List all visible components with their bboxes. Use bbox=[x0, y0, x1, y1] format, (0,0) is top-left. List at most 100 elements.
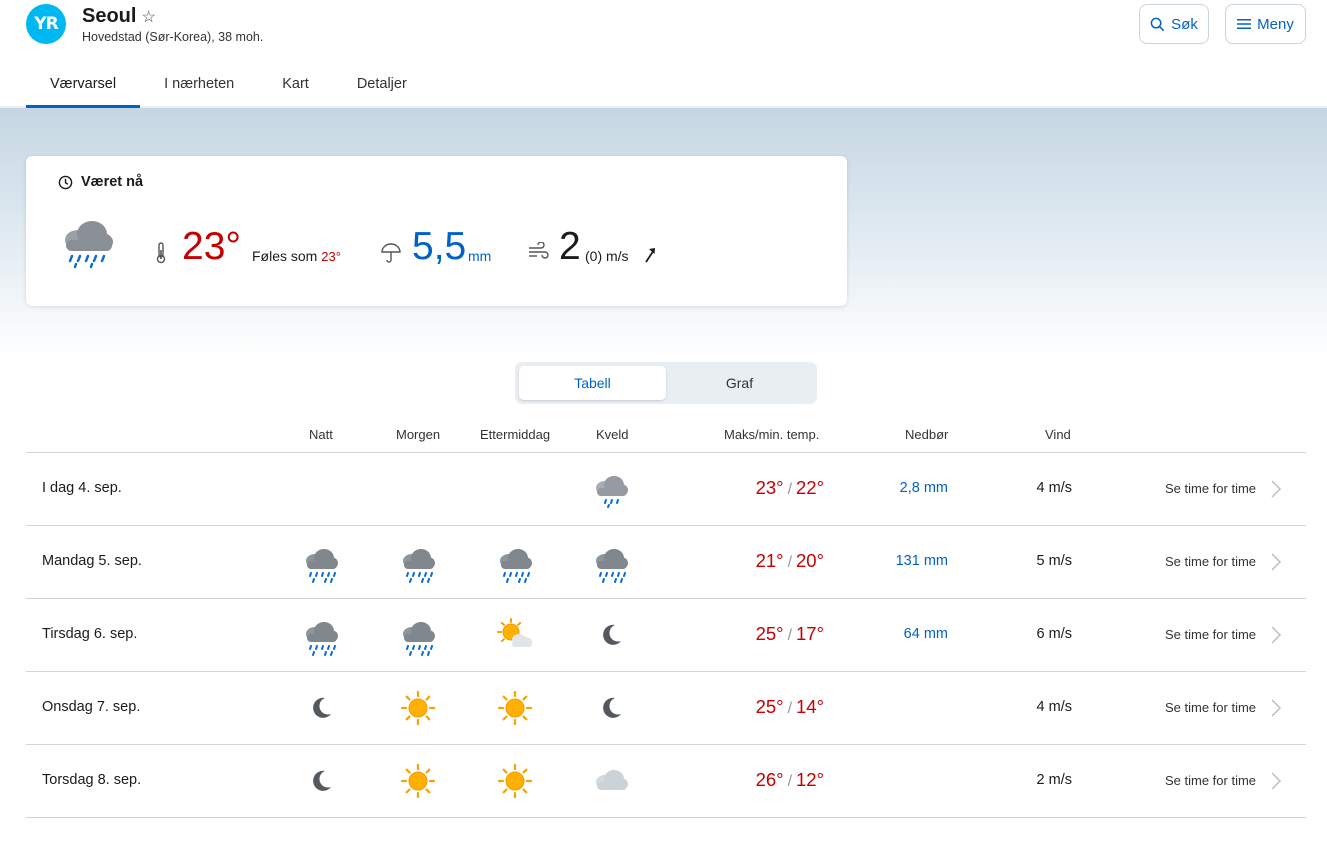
yr-logo[interactable]: YR bbox=[26, 4, 66, 44]
feels-like: Føles som 23° bbox=[252, 248, 341, 264]
moon-icon bbox=[598, 622, 624, 653]
max-temperature: 23° bbox=[755, 476, 784, 498]
feels-like-label: Føles som bbox=[252, 248, 318, 264]
precipitation-value: 64 mm bbox=[903, 625, 948, 642]
tab-forecast[interactable]: Værvarsel bbox=[26, 62, 141, 108]
site-header: YR Seoul ☆ Hovedstad (Sør-Korea), 38 moh… bbox=[0, 0, 1327, 108]
maxmin-temperature: 21°/20° bbox=[734, 550, 824, 572]
moon-icon bbox=[308, 695, 334, 726]
sun-icon bbox=[400, 690, 436, 731]
hour-by-hour-link[interactable]: Se time for time bbox=[1165, 481, 1256, 496]
chevron-right-icon[interactable] bbox=[1270, 771, 1282, 796]
moon-icon bbox=[308, 768, 334, 799]
max-temperature: 25° bbox=[755, 695, 784, 717]
wind-value: 4 m/s bbox=[1036, 698, 1072, 715]
maxmin-temperature: 25°/17° bbox=[734, 623, 824, 645]
moon-icon bbox=[598, 695, 624, 726]
temperature-separator: / bbox=[787, 553, 793, 571]
graph-view-button[interactable]: Graf bbox=[666, 366, 813, 400]
max-temperature: 25° bbox=[755, 622, 784, 644]
umbrella-icon bbox=[380, 242, 402, 269]
precipitation-value: 131 mm bbox=[895, 552, 948, 569]
table-row[interactable] bbox=[26, 671, 1306, 744]
table-view-button[interactable]: Tabell bbox=[519, 366, 666, 400]
day-label: Torsdag 8. sep. bbox=[42, 771, 142, 788]
chevron-right-icon[interactable] bbox=[1270, 698, 1282, 723]
chevron-right-icon[interactable] bbox=[1270, 479, 1282, 504]
tab-map[interactable]: Kart bbox=[258, 62, 333, 106]
heavy-rain-cloud-icon bbox=[302, 621, 340, 662]
maxmin-temperature: 26°/12° bbox=[734, 769, 824, 791]
favorite-star-icon[interactable]: ☆ bbox=[141, 7, 155, 27]
wind-icon bbox=[527, 241, 549, 267]
location-title-row: Seoul ☆ bbox=[82, 5, 156, 28]
table-row[interactable] bbox=[26, 598, 1306, 671]
table-divider bbox=[26, 817, 1306, 818]
maxmin-temperature: 25°/14° bbox=[734, 696, 824, 718]
main-tabs: Værvarsel I nærheten Kart Detaljer bbox=[26, 62, 431, 108]
table-row[interactable] bbox=[26, 744, 1306, 817]
tab-nearby[interactable]: I nærheten bbox=[140, 62, 258, 106]
current-weather-card: Været nå 23° Føles som 23° 5,5 mm 2 (0) … bbox=[26, 156, 847, 306]
partly-cloudy-icon bbox=[496, 617, 534, 658]
feels-like-value: 23° bbox=[321, 249, 341, 264]
view-toggle: Tabell Graf bbox=[515, 362, 817, 404]
day-label: Mandag 5. sep. bbox=[42, 552, 142, 569]
day-label: I dag 4. sep. bbox=[42, 479, 122, 496]
chevron-right-icon[interactable] bbox=[1270, 625, 1282, 650]
temperature-separator: / bbox=[787, 772, 793, 790]
chevron-right-icon[interactable] bbox=[1270, 552, 1282, 577]
min-temperature: 22° bbox=[796, 476, 824, 498]
tab-details[interactable]: Detaljer bbox=[333, 62, 431, 106]
menu-button[interactable]: Meny bbox=[1225, 4, 1306, 44]
table-row[interactable] bbox=[26, 525, 1306, 598]
logo-text: YR bbox=[34, 14, 58, 34]
min-temperature: 14° bbox=[796, 695, 824, 717]
maxmin-temperature: 23°/22° bbox=[734, 477, 824, 499]
precipitation-unit: mm bbox=[468, 248, 492, 264]
header-afternoon: Ettermiddag bbox=[480, 427, 551, 442]
max-temperature: 26° bbox=[755, 768, 784, 790]
search-label: Søk bbox=[1171, 15, 1198, 33]
day-label: Onsdag 7. sep. bbox=[42, 698, 141, 715]
heavy-rain-cloud-icon bbox=[496, 548, 534, 589]
hour-by-hour-link[interactable]: Se time for time bbox=[1165, 627, 1256, 642]
header-wind: Vind bbox=[1045, 427, 1071, 442]
sun-icon bbox=[497, 690, 533, 731]
hour-by-hour-link[interactable]: Se time for time bbox=[1165, 700, 1256, 715]
precipitation-value: 2,8 mm bbox=[899, 479, 948, 496]
heavy-rain-cloud-icon bbox=[399, 548, 437, 589]
city-name: Seoul bbox=[82, 5, 137, 27]
min-temperature: 20° bbox=[796, 549, 824, 571]
temperature-separator: / bbox=[787, 480, 793, 498]
sun-icon bbox=[400, 763, 436, 804]
day-label: Tirsdag 6. sep. bbox=[42, 625, 138, 642]
header-maxmin: Maks/min. temp. bbox=[724, 427, 820, 442]
wind-value: 5 m/s bbox=[1036, 552, 1072, 569]
cloud-icon bbox=[592, 768, 630, 799]
header-morning: Morgen bbox=[396, 427, 441, 442]
location-subtitle: Hovedstad (Sør-Korea), 38 moh. bbox=[82, 30, 264, 44]
temperature-separator: / bbox=[787, 699, 793, 717]
current-wind-speed: 2 bbox=[559, 225, 581, 268]
sun-icon bbox=[497, 763, 533, 804]
search-button[interactable]: Søk bbox=[1139, 4, 1209, 44]
thermometer-icon bbox=[156, 242, 166, 269]
clock-icon bbox=[58, 175, 73, 189]
wind-value: 2 m/s bbox=[1036, 771, 1072, 788]
table-row[interactable] bbox=[26, 452, 1306, 525]
heavy-rain-cloud-icon bbox=[399, 621, 437, 662]
hour-by-hour-link[interactable]: Se time for time bbox=[1165, 554, 1256, 569]
min-temperature: 12° bbox=[796, 768, 824, 790]
max-temperature: 21° bbox=[755, 549, 784, 571]
hour-by-hour-link[interactable]: Se time for time bbox=[1165, 773, 1256, 788]
temperature-separator: / bbox=[787, 626, 793, 644]
current-temperature: 23° bbox=[182, 225, 241, 268]
current-weather-title-text: Været nå bbox=[81, 174, 144, 190]
heavy-rain-cloud-icon bbox=[592, 548, 630, 589]
wind-arrow-icon bbox=[643, 247, 657, 268]
wind-value: 4 m/s bbox=[1036, 479, 1072, 496]
header-night: Natt bbox=[309, 427, 333, 442]
wind-gust: (0) m/s bbox=[585, 248, 629, 264]
heavy-rain-cloud-icon bbox=[58, 218, 114, 275]
